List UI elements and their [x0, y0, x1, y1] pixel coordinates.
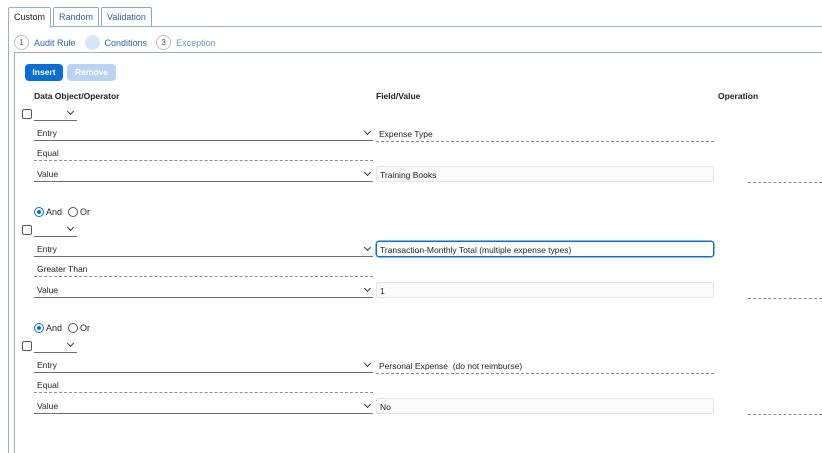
chevron-down-icon — [363, 359, 372, 368]
step-number: 1 — [14, 35, 29, 50]
remove-button[interactable]: Remove — [67, 64, 116, 81]
chevron-down-icon — [363, 127, 372, 136]
condition-2-and-radio[interactable] — [34, 207, 44, 217]
column-header-data-object: Data Object/Operator — [34, 91, 120, 101]
column-header-operation: Operation — [718, 91, 759, 101]
condition-1-right-object-select[interactable]: Value — [34, 166, 373, 182]
step-label: Conditions — [104, 37, 148, 48]
condition-3-right-object-select[interactable]: Value — [34, 398, 373, 414]
condition-2-checkbox[interactable] — [22, 225, 32, 235]
tab-random[interactable]: Random — [53, 7, 100, 27]
and-label: And — [46, 207, 63, 217]
tab-strip: Custom Random Validation — [8, 7, 154, 28]
chevron-down-icon — [363, 284, 372, 293]
tab-validation[interactable]: Validation — [101, 7, 152, 27]
condition-1-right-value-input[interactable]: Training Books — [376, 166, 714, 182]
condition-3-or-radio[interactable] — [68, 323, 79, 333]
chevron-down-icon — [66, 339, 75, 348]
condition-2-paren-select[interactable] — [34, 222, 77, 237]
condition-3-left-object-select[interactable]: Entry — [34, 357, 373, 373]
step-label: Exception — [176, 37, 216, 48]
condition-2-right-object-select[interactable]: Value — [34, 282, 373, 298]
or-label: Or — [80, 323, 91, 333]
condition-1-operator-field[interactable]: Equal — [34, 148, 373, 161]
chevron-down-icon — [363, 168, 372, 177]
select-value: Value — [37, 169, 59, 179]
step-label: Audit Rule — [34, 37, 76, 48]
condition-2-or-radio[interactable] — [68, 207, 79, 217]
condition-3-left-field[interactable]: Personal Expense (do not reimburse) — [376, 358, 714, 374]
condition-2-left-field[interactable]: Transaction-Monthly Total (multiple expe… — [376, 241, 714, 257]
step-exception[interactable]: 3 Exception — [156, 35, 216, 50]
select-value: Value — [37, 401, 59, 411]
chevron-down-icon — [66, 223, 75, 232]
step-conditions[interactable]: 2 Conditions — [84, 35, 148, 50]
condition-2-right-value-input[interactable]: 1 — [376, 282, 714, 298]
condition-1-paren-select[interactable] — [34, 106, 77, 121]
condition-1-operation-field[interactable] — [748, 182, 822, 183]
chevron-down-icon — [363, 243, 372, 252]
condition-3-operation-field[interactable] — [748, 414, 822, 415]
content-border — [14, 52, 15, 453]
condition-2-operator-field[interactable]: Greater Than — [34, 264, 373, 277]
condition-3-right-value-input[interactable]: No — [376, 398, 714, 414]
condition-3-paren-select[interactable] — [34, 338, 77, 353]
insert-button[interactable]: Insert — [25, 64, 63, 81]
step-number: 2 — [84, 35, 100, 50]
step-audit-rule[interactable]: 1 Audit Rule — [14, 35, 76, 50]
column-header-field-value: Field/Value — [376, 91, 421, 101]
chevron-down-icon — [66, 107, 75, 116]
or-label: Or — [80, 207, 91, 217]
and-label: And — [46, 323, 63, 333]
select-value: Entry — [37, 360, 57, 370]
tab-divider — [8, 26, 822, 27]
condition-2-left-object-select[interactable]: Entry — [34, 241, 373, 257]
panel-border — [8, 26, 9, 453]
condition-1-left-field[interactable]: Expense Type — [376, 126, 714, 142]
tab-custom[interactable]: Custom — [8, 7, 52, 28]
select-value: Value — [37, 285, 59, 295]
condition-3-operator-field[interactable]: Equal — [34, 380, 373, 393]
condition-2-connector: And Or — [34, 207, 96, 217]
condition-3-and-radio[interactable] — [34, 323, 44, 333]
select-value: Entry — [37, 244, 57, 254]
condition-1-checkbox[interactable] — [22, 109, 32, 119]
condition-3-checkbox[interactable] — [22, 341, 32, 351]
wizard-steps: 1 Audit Rule 2 Conditions 3 Exception — [14, 35, 225, 50]
chevron-down-icon — [363, 400, 372, 409]
steps-divider — [14, 52, 822, 53]
step-number: 3 — [156, 35, 172, 50]
select-value: Entry — [37, 128, 57, 138]
condition-1-left-object-select[interactable]: Entry — [34, 125, 373, 141]
condition-2-operation-field[interactable] — [748, 298, 822, 299]
condition-3-connector: And Or — [34, 323, 96, 333]
